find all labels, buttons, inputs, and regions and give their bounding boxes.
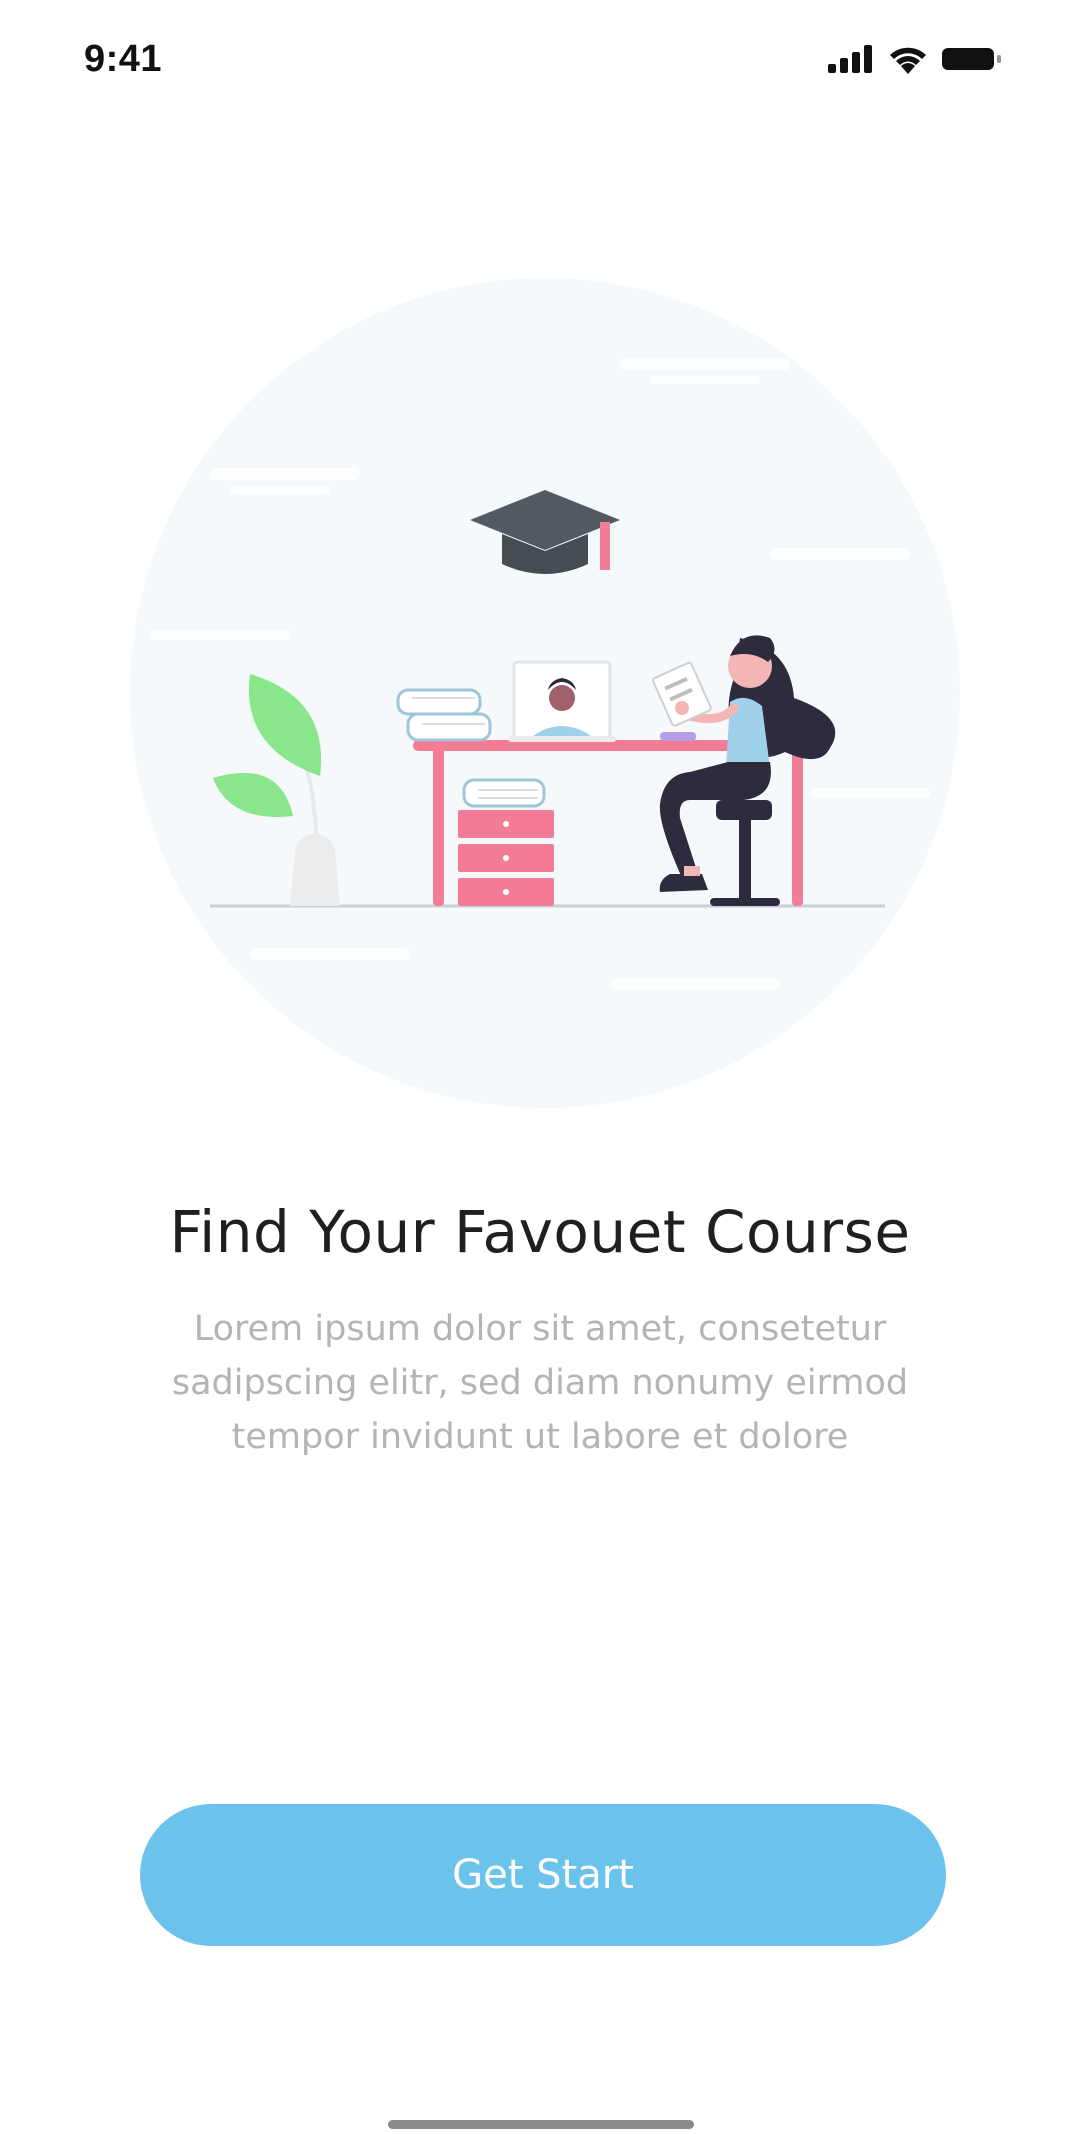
status-icons [828,44,1002,78]
illustration-svg [130,278,960,1108]
onboarding-title: Find Your Favouet Course [169,1198,911,1266]
laptop-video-call [508,660,616,742]
drawer-books [462,778,546,808]
wifi-icon [888,44,928,78]
signal-icon [828,45,874,77]
home-indicator[interactable] [388,2120,694,2129]
battery-icon [942,46,1002,76]
status-time: 9:41 [84,38,163,80]
status-bar: 9:41 [0,0,1080,120]
onboarding-description: Lorem ipsum dolor sit amet, consetetur s… [171,1309,909,1457]
books-stack [396,688,492,742]
get-start-button[interactable]: Get Start [140,1804,946,1946]
mouse-pad [660,732,696,741]
online-course-illustration [130,278,960,1108]
